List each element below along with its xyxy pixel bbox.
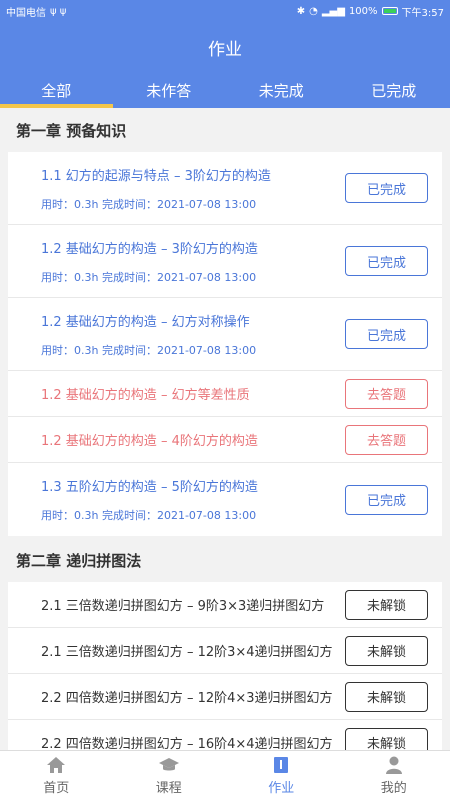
page-title: 作业 [208,39,242,60]
locked-button[interactable]: 未解锁 [345,681,428,712]
list-item[interactable]: 1.2 基础幻方的构造 – 3阶幻方的构造 用时：0.3h 完成时间：2021-0… [8,225,442,298]
carrier-label: 中国电信 [6,7,46,19]
battery-icon [381,7,398,15]
item-title: 1.2 基础幻方的构造 – 幻方等差性质 [41,388,250,403]
completed-button[interactable]: 已完成 [345,319,428,349]
list-item[interactable]: 1.1 幻方的起源与特点 – 3阶幻方的构造 用时：0.3h 完成时间：2021-… [8,152,442,225]
tab-unanswered[interactable]: 未作答 [113,72,226,108]
answer-button[interactable]: 去答题 [345,424,428,455]
signal-icon: ▂▄▆ [321,5,345,17]
list-item[interactable]: 2.2 四倍数递归拼图幻方 – 12阶4×3递归拼图幻方 未解锁 [8,674,442,720]
completed-button[interactable]: 已完成 [345,484,428,515]
completed-button[interactable]: 已完成 [345,173,428,203]
bluetooth-icon: ✱ [296,5,306,17]
list-item[interactable]: 2.1 三倍数递归拼图幻方 – 12阶3×4递归拼图幻方 未解锁 [8,628,442,674]
nav-label: 课程 [155,780,182,796]
chapter-title: 第一章 预备知识 [16,121,127,140]
nav-label: 我的 [380,780,407,796]
nav-homework[interactable]: 作业 [225,751,338,800]
home-icon [47,756,66,773]
bottom-nav: 首页 课程 作业 我的 [0,750,450,800]
list-item[interactable]: 1.2 基础幻方的构造 – 幻方等差性质 去答题 [8,371,442,417]
list-item[interactable]: 2.1 三倍数递归拼图幻方 – 9阶3×3递归拼图幻方 未解锁 [8,582,442,628]
tab-label: 全部 [41,81,72,100]
tab-all[interactable]: 全部 [0,72,113,108]
user-icon [385,756,402,774]
item-meta: 用时：0.3h 完成时间：2021-07-08 13:00 [41,343,257,357]
homework-list[interactable]: 第一章 预备知识 1.1 幻方的起源与特点 – 3阶幻方的构造 用时：0.3h 完… [0,108,450,750]
tab-label: 未完成 [258,81,304,100]
locked-button[interactable]: 未解锁 [345,635,428,666]
list-item[interactable]: 2.2 四倍数递归拼图幻方 – 16阶4×4递归拼图幻方 未解锁 [8,720,442,750]
list-item[interactable]: 1.3 五阶幻方的构造 – 5阶幻方的构造 用时：0.3h 完成时间：2021-0… [8,463,442,536]
nav-label: 作业 [268,780,295,796]
item-title: 1.3 五阶幻方的构造 – 5阶幻方的构造 [41,480,258,495]
item-title: 1.1 幻方的起源与特点 – 3阶幻方的构造 [41,168,271,184]
item-title: 1.2 基础幻方的构造 – 3阶幻方的构造 [41,241,258,257]
nav-home[interactable]: 首页 [0,751,113,800]
item-title: 1.2 基础幻方的构造 – 幻方对称操作 [41,314,250,330]
tab-label: 已完成 [371,81,417,100]
item-title: 2.2 四倍数递归拼图幻方 – 12阶4×3递归拼图幻方 [41,691,333,706]
tab-label: 未作答 [146,81,192,100]
nav-label: 首页 [43,780,70,796]
status-bar: 中国电信 ψ ψ ✱ ◔ ▂▄▆ 100% 下午3:57 [0,0,450,22]
locked-button[interactable]: 未解锁 [345,727,428,750]
item-meta: 用时：0.3h 完成时间：2021-07-08 13:00 [41,509,257,522]
item-title: 1.2 基础幻方的构造 – 4阶幻方的构造 [41,434,258,449]
book-icon [274,756,289,773]
chapter-card: 2.1 三倍数递归拼图幻方 – 9阶3×3递归拼图幻方 未解锁 2.1 三倍数递… [8,582,442,750]
page-header: 作业 [0,22,450,72]
item-meta: 用时：0.3h 完成时间：2021-07-08 13:00 [41,197,257,211]
status-time: 下午3:57 [401,7,444,19]
tab-incomplete[interactable]: 未完成 [225,72,338,108]
answer-button[interactable]: 去答题 [345,378,428,409]
graduation-cap-icon [158,757,179,770]
wifi-icon: ◔ [309,5,318,17]
filter-tabs: 全部 未作答 未完成 已完成 [0,72,450,108]
item-title: 2.1 三倍数递归拼图幻方 – 12阶3×4递归拼图幻方 [41,645,333,660]
chapter-title: 第二章 递归拼图法 [16,551,142,570]
chapter-card: 1.1 幻方的起源与特点 – 3阶幻方的构造 用时：0.3h 完成时间：2021-… [8,152,442,536]
locked-button[interactable]: 未解锁 [345,589,428,620]
item-meta: 用时：0.3h 完成时间：2021-07-08 13:00 [41,270,257,284]
completed-button[interactable]: 已完成 [345,246,428,276]
list-item[interactable]: 1.2 基础幻方的构造 – 4阶幻方的构造 去答题 [8,417,442,463]
usb-icon: ψ ψ [50,5,67,17]
list-item[interactable]: 1.2 基础幻方的构造 – 幻方对称操作 用时：0.3h 完成时间：2021-07… [8,298,442,371]
item-title: 2.2 四倍数递归拼图幻方 – 16阶4×4递归拼图幻方 [41,737,333,750]
nav-profile[interactable]: 我的 [338,751,450,800]
tab-completed[interactable]: 已完成 [338,72,450,108]
item-title: 2.1 三倍数递归拼图幻方 – 9阶3×3递归拼图幻方 [41,599,325,614]
nav-courses[interactable]: 课程 [113,751,226,800]
battery-percent: 100% [348,5,378,17]
